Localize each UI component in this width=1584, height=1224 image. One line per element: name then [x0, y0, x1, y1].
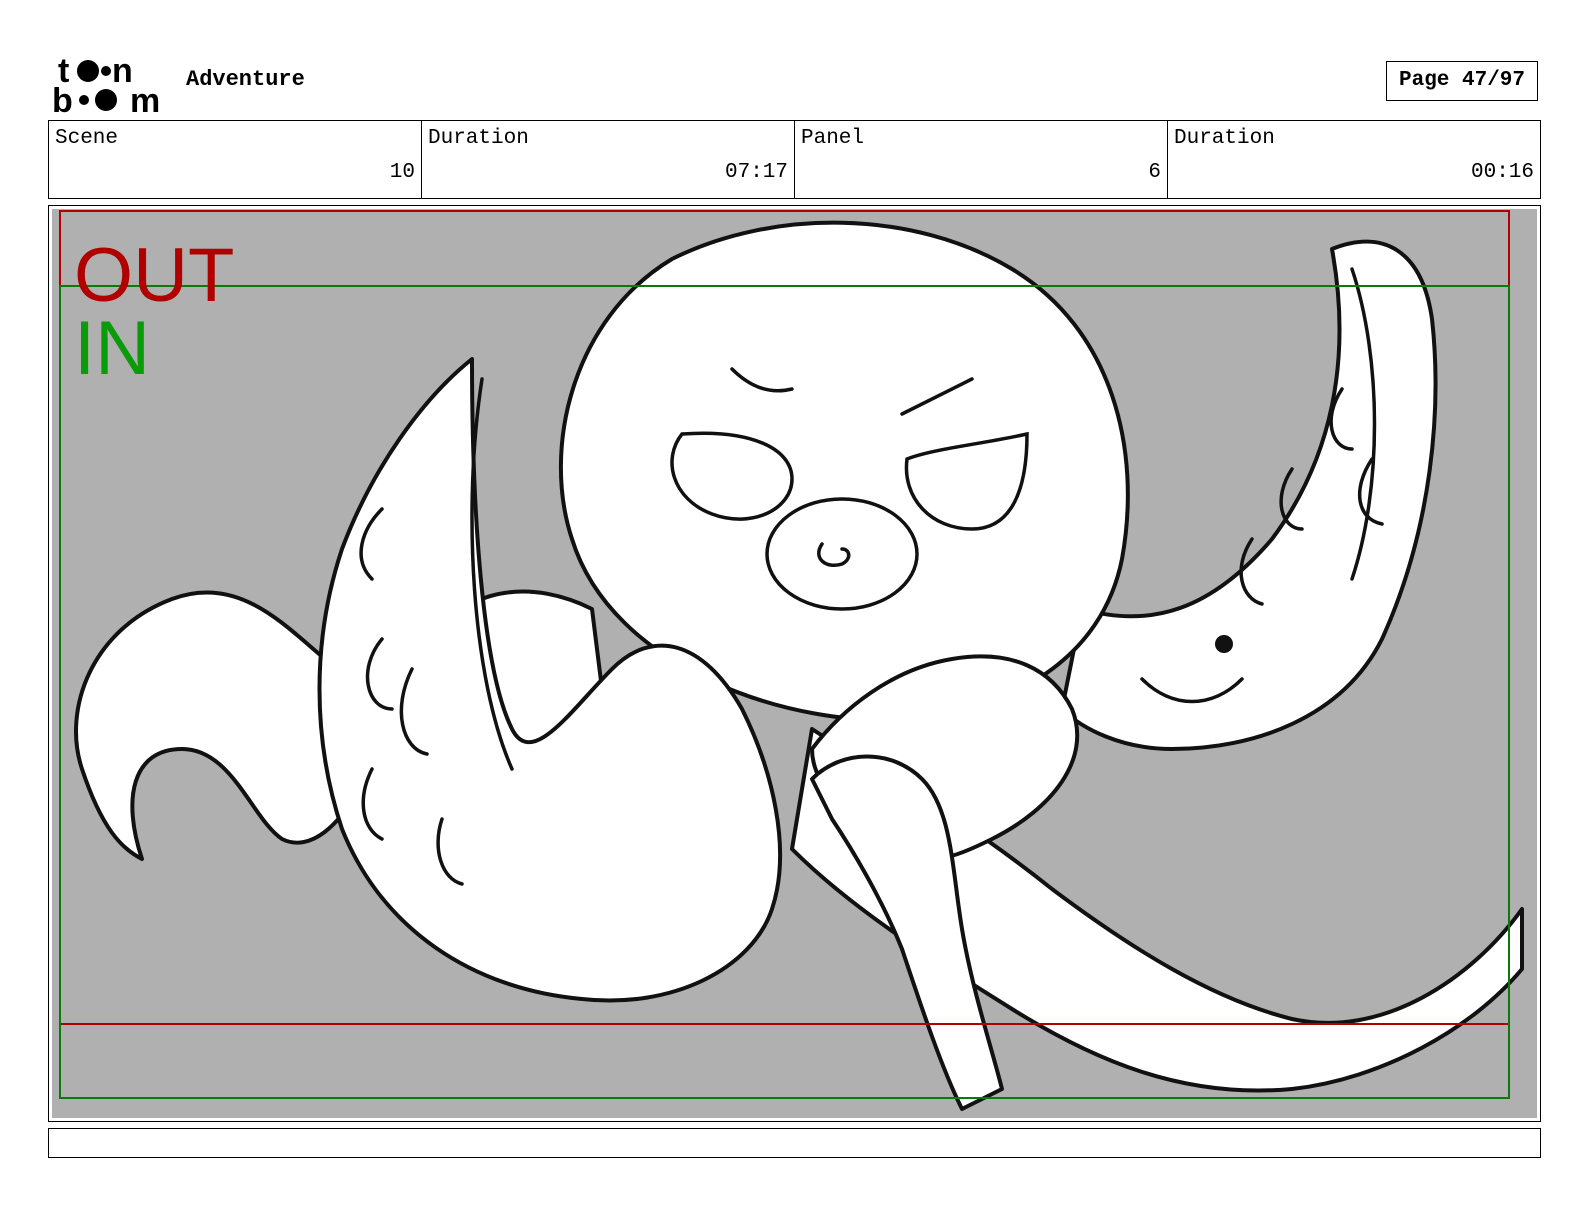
panel-label: Panel: [801, 127, 865, 150]
scene-duration-label: Duration: [428, 127, 529, 150]
sketch-dot: [1215, 635, 1233, 653]
scene-label: Scene: [55, 127, 119, 150]
scene-value: 10: [389, 161, 415, 184]
panel-cell: Panel 6: [795, 121, 1168, 198]
panel-value: 6: [1148, 161, 1161, 184]
svg-text:b: b: [52, 82, 73, 114]
panel-duration-value: 00:16: [1470, 161, 1534, 184]
toon-boom-logo: t n b m: [52, 52, 164, 120]
page-number: Page 47/97: [1386, 61, 1538, 101]
scene-cell: Scene 10: [49, 121, 422, 198]
scene-duration-value: 07:17: [724, 161, 788, 184]
scene-info-table: Scene 10 Duration 07:17 Panel 6 Duration…: [48, 120, 1541, 199]
project-title: Adventure: [186, 67, 305, 92]
storyboard-panel: OUT IN: [52, 209, 1537, 1118]
svg-text:m: m: [130, 82, 160, 114]
panel-notes: [48, 1128, 1541, 1158]
panel-duration-label: Duration: [1174, 127, 1275, 150]
scene-duration-cell: Duration 07:17: [422, 121, 795, 198]
panel-duration-cell: Duration 00:16: [1168, 121, 1540, 198]
in-label: IN: [74, 306, 150, 391]
